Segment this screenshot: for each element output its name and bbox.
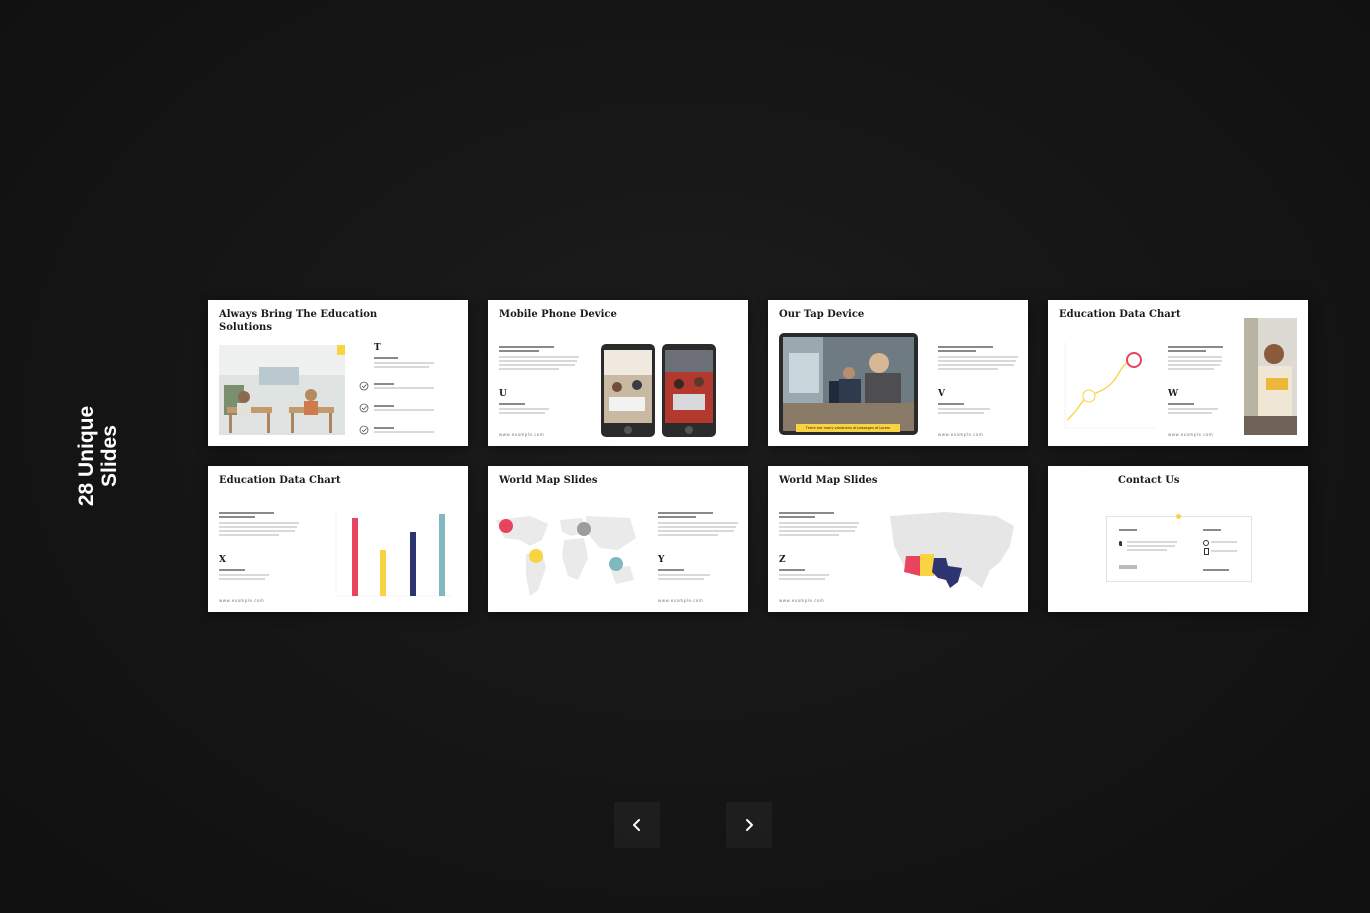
slide-thumbnail-2[interactable]: Mobile Phone Device U www.example.com [488,300,748,446]
slide-title: Our Tap Device [779,309,865,320]
location-pin-icon [1119,541,1122,546]
slide-thumbnail-8[interactable]: Contact Us [1048,466,1308,612]
slide-title: Mobile Phone Device [499,309,617,320]
slide-title: Education Data Chart [219,475,341,486]
slide-letter: Y [658,555,665,565]
slide-thumbnail-4[interactable]: Education Data Chart W www.example.com [1048,300,1308,446]
slide-title: Education Data Chart [1059,309,1181,320]
usa-map [890,512,1014,588]
slide-letter: T [374,343,381,353]
section-title: 28 Unique Slides [75,406,121,506]
slide-title: Contact Us [1118,475,1180,486]
chevron-right-icon [746,819,753,831]
slide-letter: X [219,555,226,565]
contact-card [1106,514,1252,582]
tablet-banner: There are many variations of passages of… [796,424,900,432]
slide-letter: U [499,389,507,399]
slide-title: Always Bring The Education Solutions [219,309,378,333]
student-photo [1244,318,1297,435]
phone-icon [1203,540,1209,546]
phone-devices [601,344,716,437]
tablet-device [779,333,918,435]
slide-thumbnail-5[interactable]: Education Data Chart X www.example.com [208,466,468,612]
slide-thumbnail-6[interactable]: World Map Slides Y www.example.com [488,466,748,612]
chevron-left-icon [633,819,640,831]
section-title-line2: Slides [98,425,121,487]
slide-thumbnail-7[interactable]: World Map Slides Z www.example.com [768,466,1028,612]
slide-letter: W [1168,389,1179,399]
classroom-photo [219,345,345,435]
mobile-icon [1204,548,1209,555]
slide-thumbnail-1[interactable]: Always Bring The Education Solutions T [208,300,468,446]
checkmark-icons [359,381,369,435]
slide-title: World Map Slides [499,475,598,486]
slide-title: World Map Slides [779,475,878,486]
section-title-line1: 28 Unique [75,405,98,507]
slide-thumbnail-3[interactable]: Our Tap Device There are many variations… [768,300,1028,446]
bar-chart [335,512,452,597]
slide-letter: Z [779,555,786,565]
previous-slide-button[interactable] [614,802,660,848]
world-map [496,516,636,596]
slide-letter: V [938,389,945,399]
next-slide-button[interactable] [726,802,772,848]
growth-line-chart [1064,342,1157,429]
